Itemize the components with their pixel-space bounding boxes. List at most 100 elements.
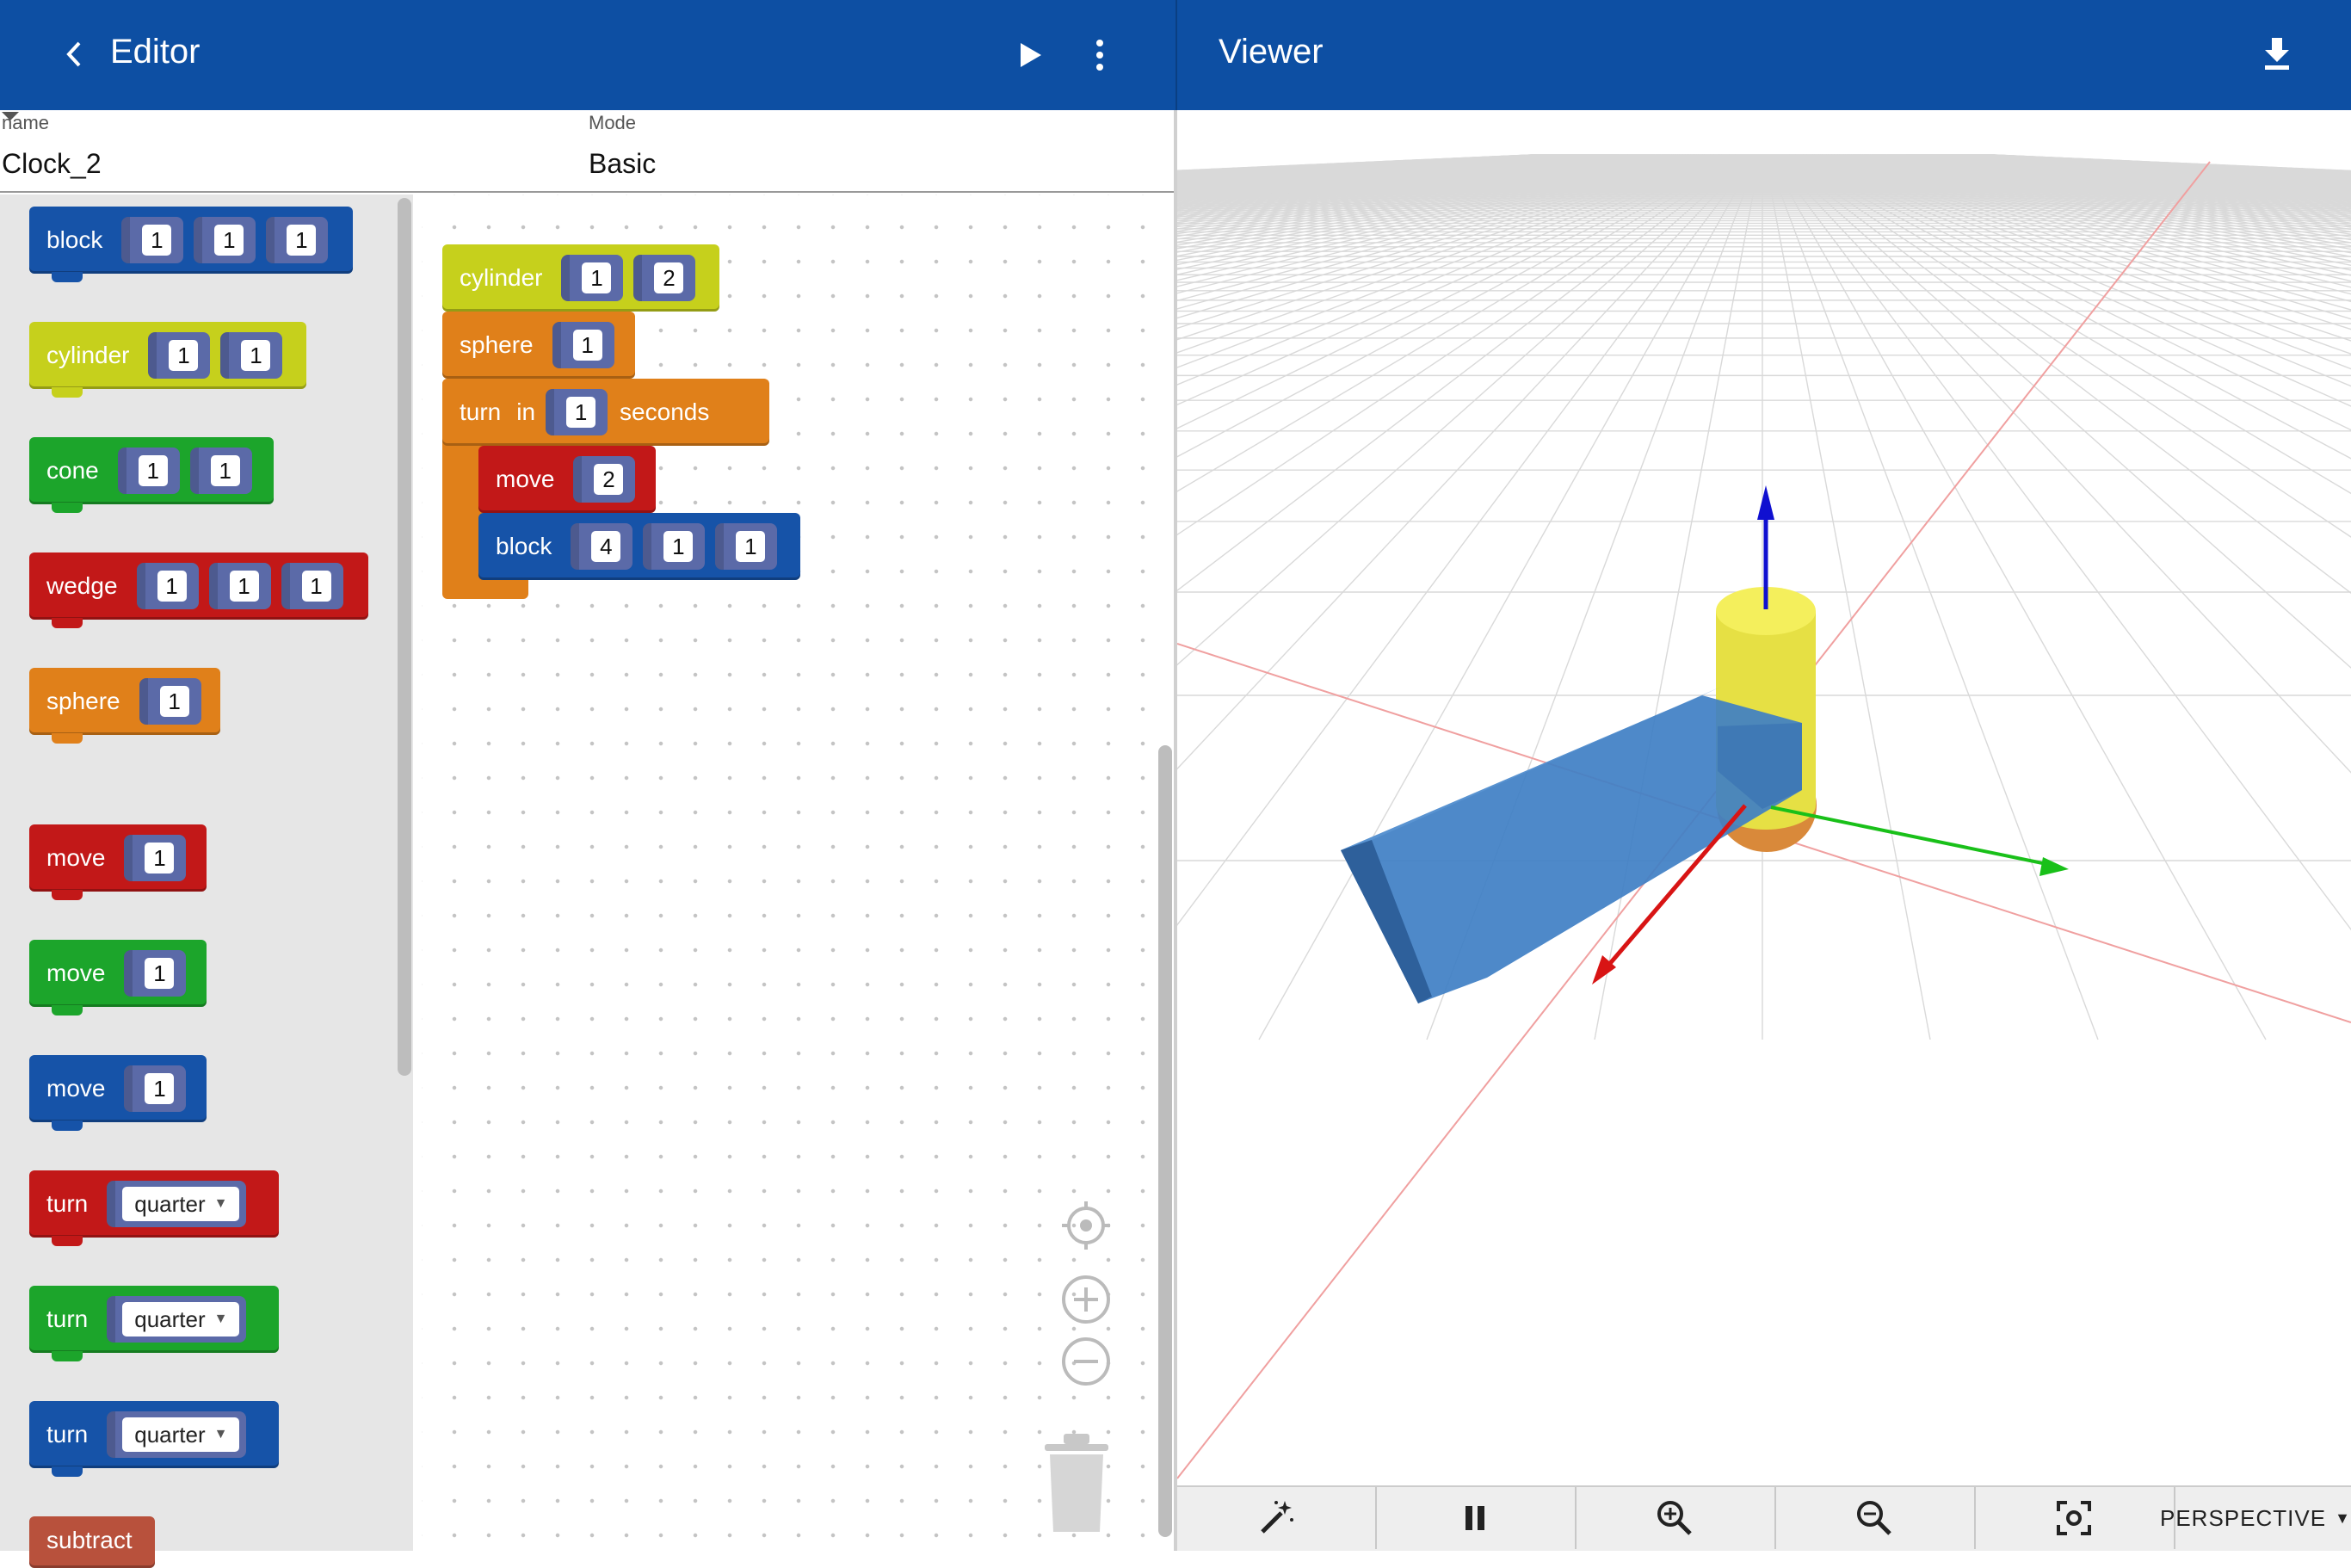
value-field[interactable]: 1 [159, 686, 189, 717]
grid-line [1917, 154, 2351, 184]
zoom-in-icon[interactable] [1060, 1274, 1112, 1325]
grid-line [1908, 154, 2351, 187]
move-label: move [46, 1075, 106, 1102]
toolbox-block-move-blue[interactable]: move 1 [29, 1055, 207, 1131]
grid-line [1889, 154, 2351, 193]
toolbox-block-cone[interactable]: cone 1 1 [29, 437, 274, 513]
magic-wand-button[interactable] [1177, 1487, 1377, 1549]
mode-select[interactable]: Basic [589, 148, 656, 180]
grid-line [1850, 154, 2351, 214]
value-field[interactable]: 1 [572, 330, 602, 361]
grid-line [1950, 154, 2351, 177]
toolbox-block-move-red[interactable]: move 1 [29, 824, 207, 900]
sphere-label: sphere [46, 688, 120, 714]
value-field[interactable]: 1 [214, 225, 244, 256]
value-field[interactable]: 2 [654, 262, 684, 293]
download-icon[interactable] [2262, 36, 2292, 72]
grid-line [1941, 154, 2351, 179]
editor-title: Editor [110, 33, 201, 71]
pause-button[interactable] [1375, 1487, 1577, 1549]
zoom-in-icon [1657, 1501, 1692, 1535]
dropdown-value: quarter [134, 1421, 206, 1448]
grid-line [1856, 154, 2351, 210]
more-vertical-icon[interactable] [1091, 38, 1108, 72]
fit-view-button[interactable] [1974, 1487, 2175, 1549]
value-field[interactable]: 1 [145, 1073, 175, 1104]
toolbox-block-move-green[interactable]: move 1 [29, 940, 207, 1015]
value-field[interactable]: 1 [241, 340, 271, 371]
toolbox-block-subtract[interactable]: subtract [29, 1516, 155, 1568]
workspace-move-block[interactable]: move 2 [478, 446, 656, 513]
grid-line [1769, 154, 2351, 931]
grid-line [1806, 154, 2351, 282]
toolbox-scrollbar[interactable] [398, 198, 411, 1076]
value-field[interactable]: 1 [566, 397, 596, 428]
3d-scene[interactable] [1177, 110, 2351, 1485]
grid-line [1775, 154, 2351, 595]
grid-line [1765, 154, 2099, 1040]
toolbox-block-block[interactable]: block 1 1 1 [29, 207, 353, 282]
toolbox-block-turn-blue[interactable]: turn quarter ▼ [29, 1401, 279, 1477]
block-label: block [496, 533, 552, 559]
dropdown-value: quarter [134, 1190, 206, 1217]
move-label: move [46, 844, 106, 871]
toolbox-block-sphere[interactable]: sphere 1 [29, 668, 220, 744]
viewer-canvas[interactable] [1177, 110, 2351, 1485]
name-input[interactable]: Clock_2 [2, 148, 102, 180]
viewer-appbar: Viewer [1176, 0, 2351, 110]
value-field[interactable]: 1 [301, 571, 331, 602]
workspace-sphere-block[interactable]: sphere 1 [442, 312, 635, 379]
grid-line [1793, 154, 2351, 342]
grid-line [1965, 154, 2351, 176]
editor-appbar: Editor [0, 0, 1176, 110]
turn-amount-dropdown[interactable]: quarter ▼ [122, 1417, 240, 1452]
value-field[interactable]: 1 [287, 225, 317, 256]
toolbox-block-wedge[interactable]: wedge 1 1 1 [29, 553, 368, 628]
grid-line [1860, 154, 2351, 207]
camera-mode-select[interactable]: PERSPECTIVE ▼ [2160, 1487, 2351, 1549]
toolbox-block-cylinder[interactable]: cylinder 1 1 [29, 322, 306, 398]
blockly-workspace[interactable]: cylinder 1 2 sphere 1 turn in 1 seconds … [422, 194, 1176, 1551]
value-field[interactable]: 1 [210, 455, 240, 486]
move-label: move [46, 960, 106, 986]
zoom-out-button[interactable] [1774, 1487, 1976, 1549]
grid-line [1969, 154, 2351, 175]
value-field[interactable]: 1 [138, 455, 168, 486]
toolbox-block-turn-green[interactable]: turn quarter ▼ [29, 1286, 279, 1361]
name-label: name [2, 112, 50, 133]
value-field[interactable]: 4 [591, 531, 621, 562]
zoom-in-button[interactable] [1575, 1487, 1776, 1549]
grid-line [1771, 154, 2351, 774]
grid-line [1944, 154, 2351, 179]
value-field[interactable]: 1 [169, 340, 199, 371]
recenter-icon[interactable] [1060, 1200, 1112, 1251]
play-icon[interactable] [1019, 41, 1043, 69]
zoom-out-icon[interactable] [1060, 1336, 1112, 1387]
block-label: block [46, 226, 103, 253]
value-field[interactable]: 1 [582, 262, 612, 293]
toolbox-block-turn-red[interactable]: turn quarter ▼ [29, 1170, 279, 1246]
move-label: move [496, 466, 555, 492]
value-field[interactable]: 1 [157, 571, 187, 602]
grid-line [1885, 154, 2351, 194]
value-field[interactable]: 1 [663, 531, 694, 562]
camera-mode-value: PERSPECTIVE [2160, 1504, 2327, 1531]
value-field[interactable]: 1 [145, 843, 175, 874]
turn-amount-dropdown[interactable]: quarter ▼ [122, 1302, 240, 1337]
value-field[interactable]: 1 [145, 958, 175, 989]
workspace-cylinder-block[interactable]: cylinder 1 2 [442, 244, 719, 312]
grid-line [1896, 154, 2351, 190]
grid-line [1864, 154, 2351, 205]
value-field[interactable]: 1 [736, 531, 766, 562]
trash-icon[interactable] [1038, 1430, 1115, 1537]
workspace-turn-block[interactable]: turn in 1 seconds [442, 379, 769, 446]
turn-amount-dropdown[interactable]: quarter ▼ [122, 1187, 240, 1221]
value-field[interactable]: 2 [594, 464, 624, 495]
workspace-block-block[interactable]: block 4 1 1 [478, 513, 800, 580]
workspace-scrollbar[interactable] [1158, 745, 1172, 1537]
dropdown-caret-icon: ▼ [213, 1427, 228, 1441]
value-field[interactable]: 1 [142, 225, 172, 256]
back-chevron-icon[interactable] [62, 40, 88, 69]
grid-line [1967, 154, 2351, 175]
value-field[interactable]: 1 [229, 571, 259, 602]
